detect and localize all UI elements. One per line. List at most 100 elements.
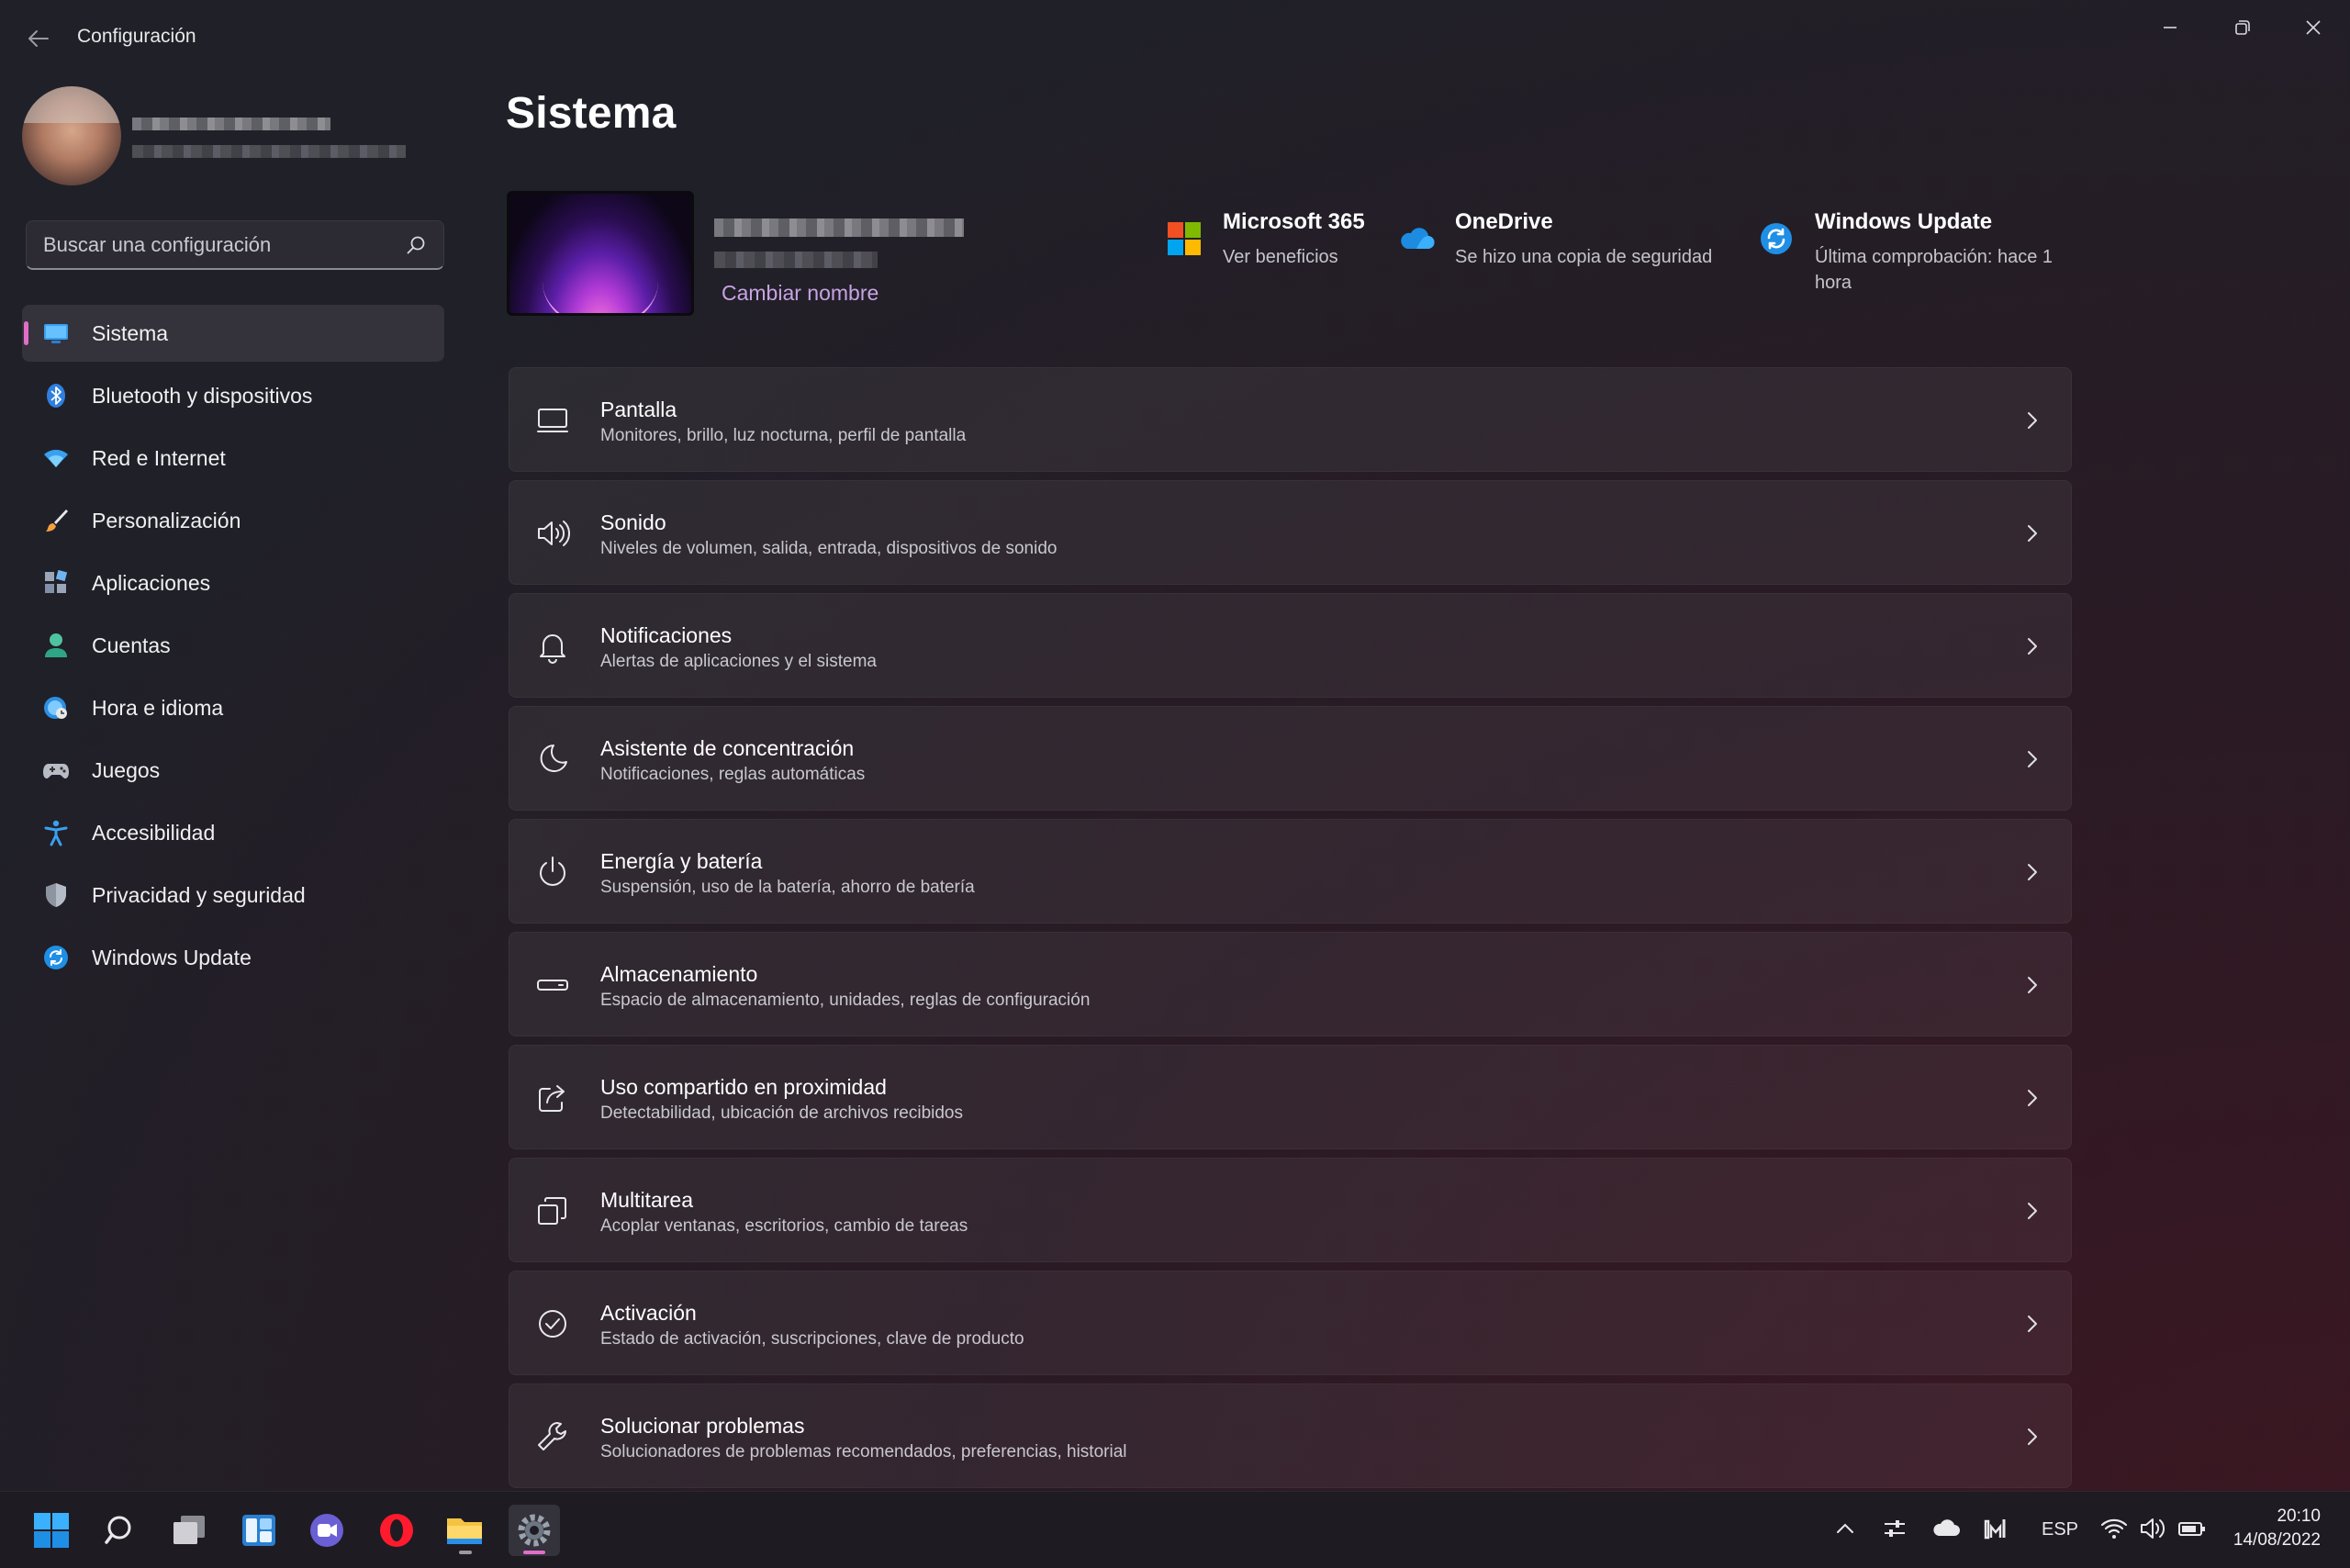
search-icon[interactable] (405, 234, 427, 256)
file-explorer-icon (447, 1518, 482, 1544)
taskbar: ESP 20:10 14/08/2022 (0, 1491, 2350, 1568)
restore-icon (2235, 20, 2250, 35)
card-multitarea[interactable]: Multitarea Acoplar ventanas, escritorios… (509, 1158, 2072, 1262)
back-button[interactable] (20, 20, 57, 57)
avatar[interactable] (22, 86, 121, 185)
sidebar-item-hora[interactable]: Hora e idioma (22, 679, 444, 736)
sidebar-item-bluetooth[interactable]: Bluetooth y dispositivos (22, 367, 444, 424)
performance-meter-icon[interactable] (1983, 1516, 2009, 1541)
sidebar-item-label: Aplicaciones (92, 570, 211, 595)
sidebar-item-red[interactable]: Red e Internet (22, 430, 444, 487)
restore-button[interactable] (2216, 9, 2267, 46)
brush-icon (42, 507, 70, 534)
sidebar-item-label: Bluetooth y dispositivos (92, 383, 313, 408)
back-arrow-icon (28, 30, 49, 47)
device-name-redacted (714, 218, 964, 237)
sliders-icon[interactable] (1882, 1516, 1908, 1541)
sidebar-item-label: Accesibilidad (92, 820, 216, 845)
chevron-right-icon (2028, 638, 2037, 655)
settings-taskbar-button[interactable] (509, 1505, 560, 1556)
card-pantalla[interactable]: Pantalla Monitores, brillo, luz nocturna… (509, 367, 2072, 472)
start-icon (34, 1513, 69, 1548)
battery-icon[interactable] (2177, 1516, 2207, 1541)
sidebar-item-accesibilidad[interactable]: Accesibilidad (22, 804, 444, 861)
person-icon (42, 632, 70, 659)
sidebar-item-sistema[interactable]: Sistema (22, 305, 444, 362)
quick-title: Microsoft 365 (1223, 209, 1365, 234)
active-indicator (523, 1551, 545, 1554)
profile-name-redacted (132, 118, 330, 130)
bell-icon (540, 634, 565, 664)
wifi-icon[interactable] (2100, 1516, 2128, 1541)
taskbar-search-button[interactable] (95, 1505, 147, 1556)
sidebar-item-aplicaciones[interactable]: Aplicaciones (22, 554, 444, 611)
sidebar-item-label: Privacidad y seguridad (92, 882, 306, 907)
running-indicator (459, 1551, 472, 1554)
sidebar-item-privacidad[interactable]: Privacidad y seguridad (22, 867, 444, 924)
card-subtitle: Solucionadores de problemas recomendados… (600, 1442, 1127, 1462)
cloud-icon (1401, 228, 1435, 250)
volume-icon[interactable] (2139, 1516, 2166, 1541)
chevron-right-icon (2028, 412, 2037, 429)
sidebar-item-label: Hora e idioma (92, 695, 224, 720)
card-activacion[interactable]: Activación Estado de activación, suscrip… (509, 1271, 2072, 1375)
rename-link[interactable]: Cambiar nombre (722, 281, 878, 306)
card-almacenamiento[interactable]: Almacenamiento Espacio de almacenamiento… (509, 932, 2072, 1036)
widgets-icon (242, 1515, 275, 1546)
wrench-icon (538, 1422, 566, 1450)
share-icon (539, 1085, 565, 1112)
chevron-right-icon (2028, 977, 2037, 993)
card-energia[interactable]: Energía y batería Suspensión, uso de la … (509, 819, 2072, 924)
app-title: Configuración (77, 26, 196, 47)
minimize-button[interactable] (2144, 9, 2196, 46)
power-icon (540, 857, 565, 886)
quick-microsoft365[interactable]: Microsoft 365 Ver beneficios (1168, 209, 1365, 270)
bluetooth-icon (42, 382, 70, 409)
sidebar-item-label: Personalización (92, 508, 241, 532)
minimize-icon (2164, 27, 2177, 28)
file-explorer-button[interactable] (439, 1505, 490, 1556)
sidebar-item-juegos[interactable]: Juegos (22, 742, 444, 799)
quick-onedrive[interactable]: OneDrive Se hizo una copia de seguridad (1401, 209, 1713, 270)
card-proximidad[interactable]: Uso compartido en proximidad Detectabili… (509, 1045, 2072, 1149)
language-indicator[interactable]: ESP (2042, 1519, 2078, 1540)
clock[interactable]: 20:10 14/08/2022 (2233, 1505, 2321, 1552)
accessibility-icon (42, 819, 70, 846)
task-view-button[interactable] (163, 1505, 215, 1556)
update-icon (1761, 223, 1792, 254)
opera-button[interactable] (371, 1505, 422, 1556)
search-box[interactable] (26, 220, 444, 270)
cloud-icon[interactable] (1931, 1516, 1961, 1541)
card-subtitle: Espacio de almacenamiento, unidades, reg… (600, 991, 1091, 1010)
sidebar-item-windows-update[interactable]: Windows Update (22, 929, 444, 986)
card-notificaciones[interactable]: Notificaciones Alertas de aplicaciones y… (509, 593, 2072, 698)
card-title: Almacenamiento (600, 962, 758, 986)
card-title: Solucionar problemas (600, 1414, 805, 1438)
chat-button[interactable] (301, 1505, 352, 1556)
card-sonido[interactable]: Sonido Niveles de volumen, salida, entra… (509, 480, 2072, 585)
card-subtitle: Suspensión, uso de la batería, ahorro de… (600, 878, 975, 897)
search-input[interactable] (41, 221, 412, 269)
quick-windows-update[interactable]: Windows Update Última comprobación: hace… (1761, 209, 2081, 296)
page-title: Sistema (506, 89, 677, 138)
sidebar-item-cuentas[interactable]: Cuentas (22, 617, 444, 674)
card-solucionar[interactable]: Solucionar problemas Solucionadores de p… (509, 1383, 2072, 1488)
sidebar-item-personalizacion[interactable]: Personalización (22, 492, 444, 549)
chevron-right-icon (2028, 1428, 2037, 1445)
card-subtitle: Notificaciones, reglas automáticas (600, 765, 866, 784)
quick-title: Windows Update (1815, 209, 1993, 234)
card-subtitle: Acoplar ventanas, escritorios, cambio de… (600, 1216, 968, 1236)
sidebar-item-label: Red e Internet (92, 445, 226, 470)
quick-subtitle: Se hizo una copia de seguridad (1455, 247, 1713, 267)
card-title: Pantalla (600, 398, 677, 421)
chevron-right-icon (2028, 751, 2037, 767)
shield-icon (42, 881, 70, 909)
card-concentracion[interactable]: Asistente de concentración Notificacione… (509, 706, 2072, 811)
title-bar: Configuración (0, 0, 2350, 73)
monitor-icon (42, 319, 70, 347)
close-button[interactable] (2288, 9, 2339, 46)
chevron-up-icon[interactable] (1832, 1516, 1858, 1541)
widgets-button[interactable] (233, 1505, 285, 1556)
start-button[interactable] (26, 1505, 77, 1556)
card-title: Energía y batería (600, 849, 763, 873)
